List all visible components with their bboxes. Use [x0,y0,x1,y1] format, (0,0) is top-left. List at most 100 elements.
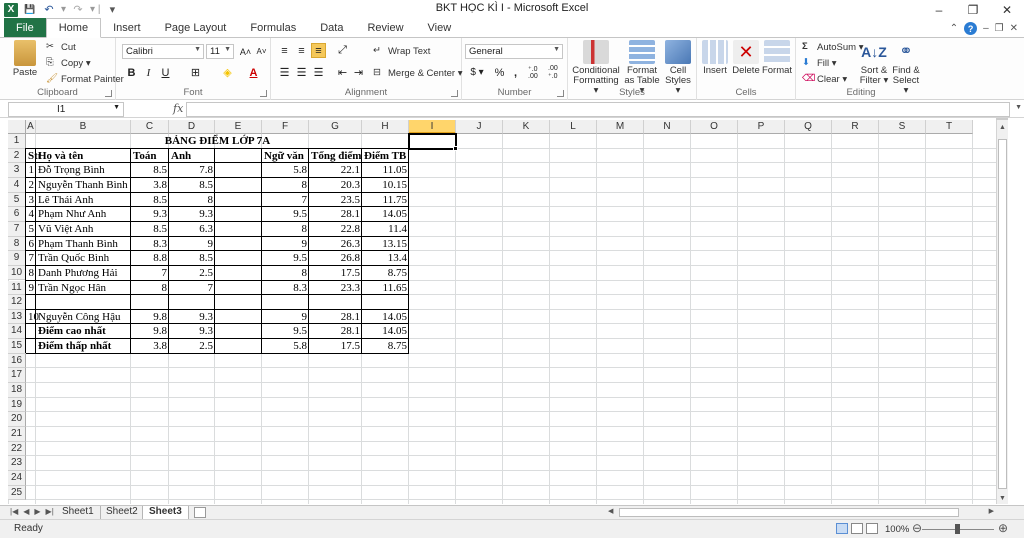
tab-page-layout[interactable]: Page Layout [153,18,239,37]
scroll-left-icon[interactable]: ◀ [608,507,613,515]
vertical-scrollbar[interactable]: ▲ ▼ [996,120,1008,504]
horizontal-scroll-thumb[interactable] [619,508,959,517]
cell-toan[interactable]: 8 [131,281,169,295]
column-header-i[interactable]: I [409,120,456,134]
cell-tb[interactable]: 11.65 [362,281,409,295]
insert-sheet-icon[interactable] [194,507,206,518]
cell-tong[interactable]: 28.1 [309,207,362,221]
row-header-12[interactable]: 12 [8,295,26,310]
row-header-20[interactable]: 20 [8,412,26,427]
cell-tong[interactable]: 26.8 [309,251,362,265]
cell-toan[interactable]: 7 [131,266,169,280]
cell-tong[interactable]: 23.3 [309,281,362,295]
decrease-decimal-button[interactable]: .00 ⁺.0 [548,65,566,80]
cell-tb[interactable]: 14.05 [362,310,409,324]
row-header-1[interactable]: 1 [8,134,26,149]
spreadsheet-grid[interactable]: A B C D E F G H I J K L M N O P Q R S T 1 2 3 4 5 6 7 8 9 10 11 12 13 14 1… [8,120,996,504]
sheet-title[interactable]: BẢNG ĐIỂM LỚP 7A [26,134,409,148]
vertical-scroll-thumb[interactable] [998,139,1007,489]
borders-icon[interactable]: ⊞ [188,65,203,80]
row-header-6[interactable]: 6 [8,207,26,222]
close-button[interactable]: ✕ [990,0,1024,19]
cell-anh[interactable]: 8.5 [169,178,215,192]
last-sheet-icon[interactable]: ▶| [46,507,54,516]
undo-icon[interactable]: ↶ [42,3,56,16]
comma-button[interactable]: , [508,65,523,80]
tab-insert[interactable]: Insert [101,18,153,37]
fill-handle[interactable] [453,145,458,151]
cell-min-tong[interactable]: 17.5 [309,339,362,353]
zoom-slider-thumb[interactable] [955,524,960,534]
cell-name[interactable]: Danh Phương Hải [36,266,131,280]
cell-anh[interactable]: 7 [169,281,215,295]
decrease-indent-icon[interactable]: ⇤ [335,65,350,80]
cell-anh[interactable]: 8.5 [169,251,215,265]
merge-center-button[interactable]: ⊟ Merge & Center ▾ [373,67,462,79]
column-header-l[interactable]: L [550,120,597,134]
workbook-close-icon[interactable]: ✕ [1010,23,1018,34]
cell-toan[interactable]: 8.5 [131,193,169,207]
insert-function-icon[interactable]: fx [173,102,183,115]
row-header-13[interactable]: 13 [8,309,26,325]
cell-toan[interactable]: 8.3 [131,237,169,251]
copy-button[interactable]: ⎘ Copy ▾ [46,57,91,69]
column-header-j[interactable]: J [456,120,503,134]
wrap-text-button[interactable]: ↵ Wrap Text [373,45,430,57]
column-header-d[interactable]: D [169,120,215,134]
cell-max-tb[interactable]: 14.05 [362,324,409,338]
column-header-o[interactable]: O [691,120,738,134]
normal-view-icon[interactable] [836,523,848,534]
cell-min-tb[interactable]: 8.75 [362,339,409,353]
column-header-e[interactable]: E [215,120,262,134]
column-header-q[interactable]: Q [785,120,832,134]
cell-anh[interactable]: 2.5 [169,266,215,280]
cell-name[interactable]: Trần Ngọc Hân [36,281,131,295]
cell-nguvan[interactable]: 7 [262,193,309,207]
autosum-button[interactable]: Σ AutoSum ▾ [802,41,863,53]
cell-nguvan[interactable]: 8 [262,178,309,192]
header-name[interactable]: Họ và tên [36,149,131,163]
row-header-19[interactable]: 19 [8,397,26,413]
row-header-8[interactable]: 8 [8,236,26,252]
cell-nguvan[interactable]: 8 [262,266,309,280]
select-all-button[interactable] [8,120,26,134]
cell-max-toan[interactable]: 9.8 [131,324,169,338]
percent-button[interactable]: % [492,65,507,80]
cell-toan[interactable]: 9.3 [131,207,169,221]
column-header-n[interactable]: N [644,120,691,134]
format-painter-button[interactable]: 🖌 Format Painter [46,73,124,85]
row-header-2[interactable]: 2 [8,148,26,164]
cell-name[interactable]: Phạm Như Anh [36,207,131,221]
cell-tb[interactable]: 13.15 [362,237,409,251]
font-size-select[interactable]: 11 ▼ [206,44,234,59]
horizontal-scrollbar[interactable]: ◀ ▶ [605,507,997,518]
cell-name[interactable]: Nguyễn Thanh Bình [36,178,131,192]
tab-file[interactable]: File [4,18,46,37]
align-left-icon[interactable]: ☰ [277,65,292,80]
orientation-icon[interactable]: ⤢ [335,43,350,58]
zoom-out-icon[interactable]: ⊖ [912,521,922,535]
column-header-f[interactable]: F [262,120,309,134]
cell-tong[interactable]: 22.1 [309,163,362,177]
cell-anh[interactable]: 8 [169,193,215,207]
cell-tb[interactable]: 11.4 [362,222,409,236]
cell-tong[interactable]: 26.3 [309,237,362,251]
paste-button[interactable]: Paste [8,40,42,78]
cell-max-anh[interactable]: 9.3 [169,324,215,338]
cell-name[interactable]: Phạm Thanh Bình [36,237,131,251]
align-center-icon[interactable]: ☰ [294,65,309,80]
row-header-15[interactable]: 15 [8,339,26,354]
tab-data[interactable]: Data [308,18,355,37]
cell-anh[interactable]: 7.8 [169,163,215,177]
cell-nguvan[interactable]: 9.5 [262,251,309,265]
row-header-11[interactable]: 11 [8,280,26,296]
sheet-tab-sheet1[interactable]: Sheet1 [56,506,101,519]
tab-home[interactable]: Home [45,18,102,38]
save-icon[interactable]: 💾 [23,4,37,15]
row-header-10[interactable]: 10 [8,265,26,281]
currency-button[interactable]: $ ▾ [468,65,486,80]
next-sheet-icon[interactable]: ▶ [34,507,40,516]
cell-tb[interactable]: 13.4 [362,251,409,265]
row-header-5[interactable]: 5 [8,192,26,208]
cell-max-nguvan[interactable]: 9.5 [262,324,309,338]
